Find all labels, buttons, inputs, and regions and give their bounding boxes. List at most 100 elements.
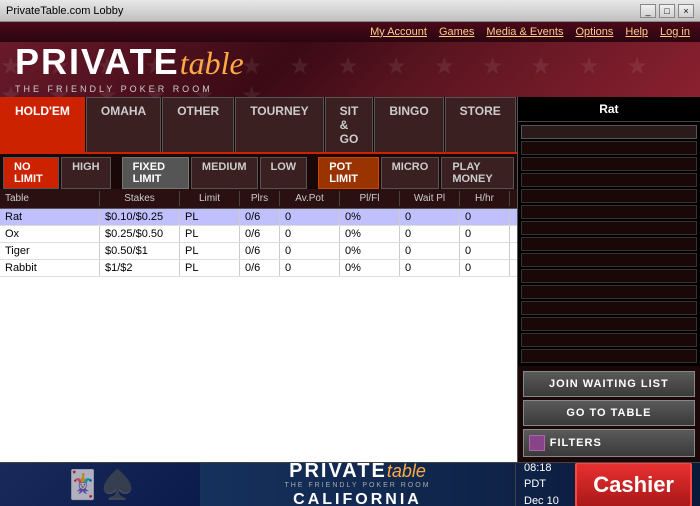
game-tabs: HOLD'EM OMAHA OTHER TOURNEY SIT & GO BIN… xyxy=(0,97,517,154)
left-panel: HOLD'EM OMAHA OTHER TOURNEY SIT & GO BIN… xyxy=(0,97,518,462)
maximize-button[interactable]: □ xyxy=(659,4,675,18)
row-stakes-3: $1/$2 xyxy=(100,260,180,276)
row-limit-0: PL xyxy=(180,209,240,225)
limit-tab-medium[interactable]: MEDIUM xyxy=(191,157,258,189)
right-panel: Rat JOIN WAITING LIST GO TO xyxy=(518,97,700,462)
col-header-hhr: H/hr xyxy=(460,191,510,206)
row-avpot-2: 0 xyxy=(280,243,340,259)
right-buttons: JOIN WAITING LIST GO TO TABLE FILTERS xyxy=(518,366,700,462)
selected-table-name: Rat xyxy=(518,97,700,122)
close-button[interactable]: × xyxy=(678,4,694,18)
bottom-banner: 🃏♠️ PRIVATEtable THE FRIENDLY POKER ROOM… xyxy=(0,462,700,506)
tab-other[interactable]: OTHER xyxy=(162,97,234,152)
preview-row xyxy=(521,205,697,219)
goto-table-button[interactable]: GO TO TABLE xyxy=(523,400,695,426)
tab-holdem[interactable]: HOLD'EM xyxy=(0,97,85,152)
filters-button[interactable]: FILTERS xyxy=(523,429,695,457)
col-header-plrs: Plrs xyxy=(240,191,280,206)
banner-logo-table: table xyxy=(387,462,426,480)
tab-tourney[interactable]: TOURNEY xyxy=(235,97,323,152)
row-name-2: Tiger xyxy=(0,243,100,259)
banner-center: PRIVATEtable THE FRIENDLY POKER ROOM CAL… xyxy=(200,462,515,506)
logo-table: table xyxy=(180,45,244,81)
table-row[interactable]: Rat $0.10/$0.25 PL 0/6 0 0% 0 0 xyxy=(0,209,517,226)
limit-label-potlimit: POT LIMIT xyxy=(318,157,378,189)
title-bar-text: PrivateTable.com Lobby xyxy=(6,5,123,17)
preview-row xyxy=(521,301,697,315)
preview-row xyxy=(521,237,697,251)
col-header-avpot: Av.Pot xyxy=(280,191,340,206)
row-hhr-1: 0 xyxy=(460,226,510,242)
row-plfl-0: 0% xyxy=(340,209,400,225)
row-name-3: Rabbit xyxy=(0,260,100,276)
tab-sitgo[interactable]: SIT & GO xyxy=(325,97,374,152)
time-info: 08:18 PDT Dec 10 xyxy=(524,462,575,506)
header: PRIVATEtable THE FRIENDLY POKER ROOM xyxy=(0,42,700,98)
limit-tab-low[interactable]: LOW xyxy=(260,157,308,189)
tab-bingo[interactable]: BINGO xyxy=(374,97,443,152)
row-hhr-2: 0 xyxy=(460,243,510,259)
cashier-button[interactable]: Cashier xyxy=(575,462,692,506)
preview-row xyxy=(521,173,697,187)
table-row[interactable]: Tiger $0.50/$1 PL 0/6 0 0% 0 0 xyxy=(0,243,517,260)
col-header-plfl: Pl/Fl xyxy=(340,191,400,206)
table-preview xyxy=(518,122,700,366)
nav-options[interactable]: Options xyxy=(575,26,613,38)
row-plrs-0: 0/6 xyxy=(240,209,280,225)
row-plfl-3: 0% xyxy=(340,260,400,276)
banner-california: CALIFORNIA xyxy=(293,491,422,506)
limit-tab-playmoney[interactable]: PLAY MONEY xyxy=(441,157,513,189)
banner-image: 🃏♠️ xyxy=(0,462,200,506)
preview-row xyxy=(521,333,697,347)
banner-cards-icon: 🃏♠️ xyxy=(65,468,135,501)
limit-tab-high[interactable]: HIGH xyxy=(61,157,111,189)
nav-my-account[interactable]: My Account xyxy=(370,26,427,38)
row-waitpl-1: 0 xyxy=(400,226,460,242)
filter-icon xyxy=(529,435,545,451)
row-plrs-1: 0/6 xyxy=(240,226,280,242)
preview-row xyxy=(521,349,697,363)
content-area: HOLD'EM OMAHA OTHER TOURNEY SIT & GO BIN… xyxy=(0,97,700,462)
limit-tab-micro[interactable]: MICRO xyxy=(381,157,440,189)
nav-media-events[interactable]: Media & Events xyxy=(486,26,563,38)
nav-help[interactable]: Help xyxy=(625,26,648,38)
tab-omaha[interactable]: OMAHA xyxy=(86,97,161,152)
row-name-1: Ox xyxy=(0,226,100,242)
preview-row xyxy=(521,269,697,283)
row-plfl-1: 0% xyxy=(340,226,400,242)
row-hhr-3: 0 xyxy=(460,260,510,276)
preview-row xyxy=(521,317,697,331)
row-waitpl-0: 0 xyxy=(400,209,460,225)
nav-games[interactable]: Games xyxy=(439,26,474,38)
filters-label: FILTERS xyxy=(550,437,602,449)
banner-right: 08:18 PDT Dec 10 Cashier xyxy=(515,462,700,506)
table-row[interactable]: Rabbit $1/$2 PL 0/6 0 0% 0 0 xyxy=(0,260,517,277)
preview-row xyxy=(521,157,697,171)
banner-logo-private: PRIVATE xyxy=(289,462,387,481)
table-list: Rat $0.10/$0.25 PL 0/6 0 0% 0 0 Ox $0.25… xyxy=(0,209,517,462)
row-stakes-2: $0.50/$1 xyxy=(100,243,180,259)
tab-store[interactable]: STORE xyxy=(445,97,516,152)
row-plfl-2: 0% xyxy=(340,243,400,259)
limit-tabs: NO LIMIT HIGH FIXED LIMIT MEDIUM LOW POT… xyxy=(0,154,517,189)
row-limit-3: PL xyxy=(180,260,240,276)
join-waiting-list-button[interactable]: JOIN WAITING LIST xyxy=(523,371,695,397)
preview-row xyxy=(521,189,697,203)
row-stakes-0: $0.10/$0.25 xyxy=(100,209,180,225)
banner-logo-line: PRIVATEtable xyxy=(289,462,426,481)
nav-log-in[interactable]: Log in xyxy=(660,26,690,38)
top-nav: My Account Games Media & Events Options … xyxy=(0,22,700,42)
date-display: Dec 10 xyxy=(524,493,575,506)
main-window: My Account Games Media & Events Options … xyxy=(0,22,700,506)
table-headers: Table Stakes Limit Plrs Av.Pot Pl/Fl Wai… xyxy=(0,189,517,209)
row-waitpl-2: 0 xyxy=(400,243,460,259)
minimize-button[interactable]: _ xyxy=(640,4,656,18)
title-bar: PrivateTable.com Lobby _ □ × xyxy=(0,0,700,22)
row-name-0: Rat xyxy=(0,209,100,225)
table-row[interactable]: Ox $0.25/$0.50 PL 0/6 0 0% 0 0 xyxy=(0,226,517,243)
logo: PRIVATEtable THE FRIENDLY POKER ROOM xyxy=(15,44,244,94)
preview-row xyxy=(521,253,697,267)
row-waitpl-3: 0 xyxy=(400,260,460,276)
limit-tab-nolimit[interactable]: NO LIMIT xyxy=(3,157,59,189)
preview-row xyxy=(521,285,697,299)
